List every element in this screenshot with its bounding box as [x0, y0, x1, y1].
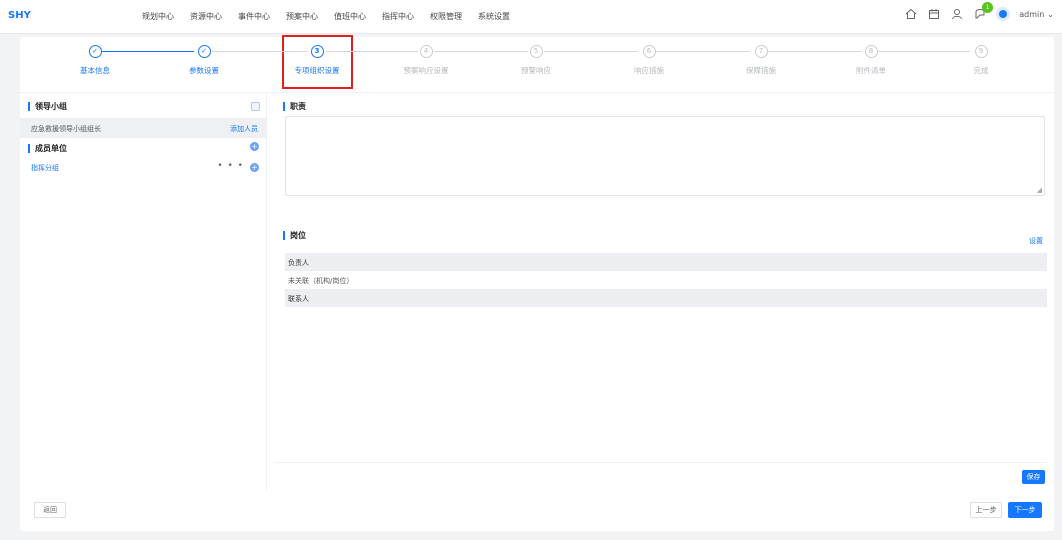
step-label: 预警响应 [521, 66, 551, 75]
top-bar: SHY 规划中心 资源中心 事件中心 预案中心 值班中心 指挥中心 权限管理 系… [0, 0, 1062, 34]
footer-actions: 返回 上一步 下一步 [20, 493, 1054, 531]
save-button[interactable]: 保存 [1022, 470, 1045, 484]
step-connector [102, 51, 194, 52]
step-label: 基本信息 [80, 66, 110, 75]
nav-item-permissions[interactable]: 权限管理 [430, 11, 462, 22]
collapse-icon[interactable] [251, 102, 260, 111]
notification-icon[interactable]: 1 [973, 2, 994, 21]
check-icon: ✓ [197, 45, 211, 58]
step-label: 响应措施 [634, 66, 664, 75]
step-number: 5 [529, 45, 543, 58]
step-basic-info[interactable]: ✓ 基本信息 [40, 45, 150, 76]
step-label: 参数设置 [189, 66, 219, 75]
leader-group-title: 领导小组 [28, 102, 67, 111]
main-nav: 规划中心 资源中心 事件中心 预案中心 值班中心 指挥中心 权限管理 系统设置 [142, 11, 526, 22]
plan-editor-card: ✓ 基本信息 ✓ 参数设置 3 专项组织设置 4 预案响应设置 5 预警响应 6… [20, 35, 1054, 531]
add-member-icon[interactable]: + [250, 163, 259, 172]
step-attachments[interactable]: 8 附件清单 [816, 45, 926, 76]
calendar-icon[interactable] [927, 7, 941, 21]
user-menu[interactable]: admin ⌄ [1019, 10, 1054, 19]
step-number: 7 [754, 45, 768, 58]
step-progress: ✓ 基本信息 ✓ 参数设置 3 专项组织设置 4 预案响应设置 5 预警响应 6… [20, 35, 1054, 93]
step-number: 4 [419, 45, 433, 58]
step-label: 附件清单 [856, 66, 886, 75]
check-icon: ✓ [88, 45, 102, 58]
step-parameters[interactable]: ✓ 参数设置 [149, 45, 259, 76]
duty-textarea[interactable]: ◢ [285, 116, 1045, 196]
user-icon[interactable] [950, 7, 964, 21]
table-row[interactable]: 未关联（机构/岗位） [285, 271, 1047, 289]
previous-button[interactable]: 上一步 [970, 502, 1002, 518]
step-number: 9 [974, 45, 988, 58]
step-label: 完成 [973, 66, 989, 75]
nav-item-command[interactable]: 指挥中心 [382, 11, 414, 22]
step-complete[interactable]: 9 完成 [926, 45, 1036, 76]
avatar[interactable] [996, 7, 1011, 21]
notification-badge: 1 [982, 2, 994, 13]
step-label: 保障措施 [746, 66, 776, 75]
next-button[interactable]: 下一步 [1008, 502, 1042, 518]
step-plan-response[interactable]: 4 预案响应设置 [371, 45, 481, 76]
nav-item-system-settings[interactable]: 系统设置 [478, 11, 510, 22]
step-connector [326, 51, 418, 52]
post-title: 岗位 [283, 231, 306, 240]
home-icon[interactable] [904, 7, 918, 21]
table-row[interactable]: 负责人 [285, 253, 1047, 271]
leader-name: 应急救援领导小组组长 [31, 125, 101, 133]
app-logo[interactable]: SHY [8, 10, 31, 21]
list-item[interactable]: 应急救援领导小组组长 添加人员 [20, 118, 266, 138]
header-actions: 1 admin ⌄ [904, 2, 1054, 21]
nav-item-plans[interactable]: 预案中心 [286, 11, 318, 22]
member-unit-title: 成员单位 [28, 144, 67, 153]
list-item[interactable]: 指挥分组 • • • + [20, 161, 266, 175]
step-connector [878, 51, 970, 52]
step-label: 预案响应设置 [403, 66, 449, 75]
user-name: admin [1019, 9, 1045, 19]
table-row[interactable]: 联系人 [285, 289, 1047, 307]
nav-item-resources[interactable]: 资源中心 [190, 11, 222, 22]
active-step-highlight [282, 35, 353, 89]
step-connector [212, 51, 308, 52]
step-response-measures[interactable]: 6 响应措施 [594, 45, 704, 76]
member-name[interactable]: 指挥分组 [31, 163, 59, 173]
step-connector [766, 51, 862, 52]
divider [275, 462, 1047, 463]
nav-item-duty[interactable]: 值班中心 [334, 11, 366, 22]
add-unit-icon[interactable]: + [250, 142, 259, 151]
add-member-link[interactable]: 添加人员 [230, 124, 258, 134]
step-number: 8 [864, 45, 878, 58]
step-connector [434, 51, 528, 52]
return-button[interactable]: 返回 [34, 502, 66, 518]
duty-title: 职责 [283, 102, 306, 111]
organization-detail-panel: 职责 ◢ 岗位 设置 负责人 未关联（机构/岗位） 联系人 保存 [275, 94, 1047, 490]
step-number: 3 [310, 45, 324, 58]
step-number: 6 [642, 45, 656, 58]
organization-tree-panel: 领导小组 应急救援领导小组组长 添加人员 成员单位 + 指挥分组 • • • + [20, 94, 267, 490]
more-icon[interactable]: • • • [217, 161, 244, 171]
step-support-measures[interactable]: 7 保障措施 [706, 45, 816, 76]
settings-link[interactable]: 设置 [1029, 236, 1043, 246]
chevron-down-icon: ⌄ [1047, 9, 1054, 19]
nav-item-planning[interactable]: 规划中心 [142, 11, 174, 22]
resize-handle-icon[interactable]: ◢ [1037, 186, 1042, 194]
step-connector [656, 51, 750, 52]
step-warning-response[interactable]: 5 预警响应 [481, 45, 591, 76]
step-connector [544, 51, 638, 52]
nav-item-events[interactable]: 事件中心 [238, 11, 270, 22]
